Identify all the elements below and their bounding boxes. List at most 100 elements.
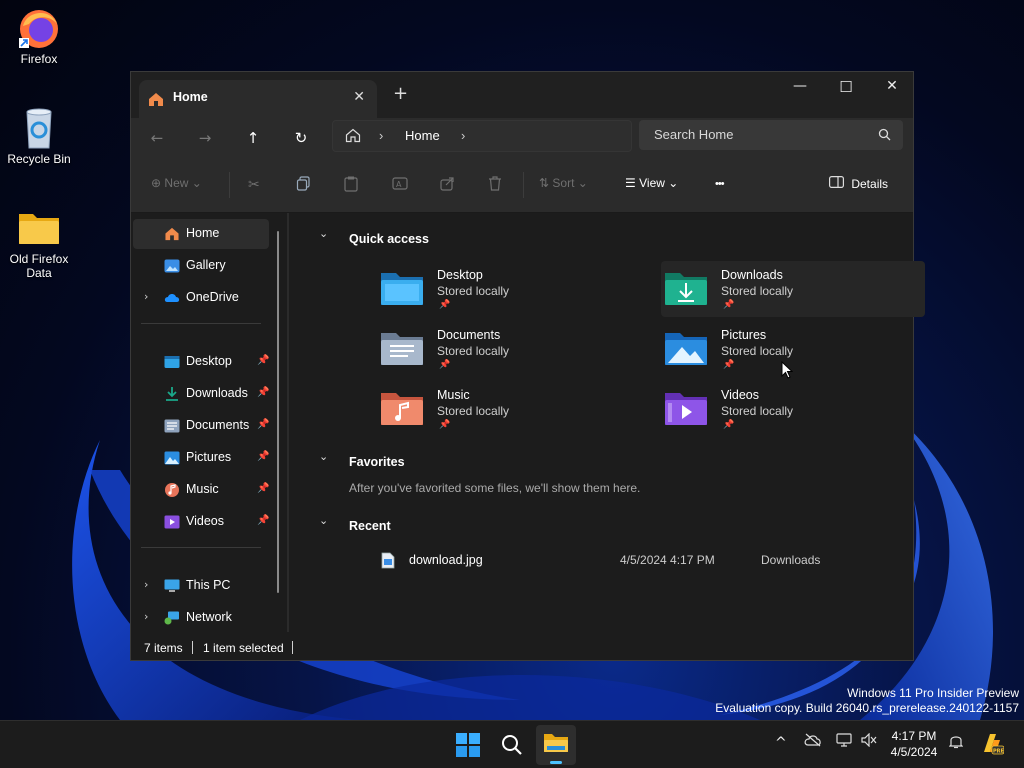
recent-file-row[interactable]: download.jpg 4/5/2024 4:17 PM Downloads (377, 547, 837, 573)
more-options-button[interactable]: ••• (715, 178, 725, 198)
quick-access-downloads[interactable]: Downloads Stored locally 📌 (661, 261, 925, 317)
breadcrumb-separator[interactable]: › (379, 128, 383, 143)
watermark-edition: Windows 11 Pro Insider Preview (847, 686, 1019, 700)
sidebar-divider (141, 323, 261, 324)
view-label: View (639, 176, 665, 190)
pin-icon[interactable]: 📌 (257, 355, 269, 366)
quick-access-music[interactable]: Music Stored locally 📌 (377, 381, 641, 437)
back-button[interactable]: ← (145, 126, 169, 150)
refresh-button[interactable]: ↻ (289, 126, 313, 150)
cloud-offline-icon[interactable] (804, 733, 822, 751)
sidebar-item-network[interactable]: › Network (133, 603, 269, 633)
clock-time: 4:17 PM (891, 729, 937, 743)
new-tab-button[interactable]: + (393, 83, 408, 104)
pin-icon[interactable]: 📌 (257, 515, 269, 526)
pin-icon[interactable]: 📌 (257, 451, 269, 462)
view-button[interactable]: ☰ View ⌄ (625, 176, 678, 196)
paste-button[interactable] (344, 176, 358, 196)
sidebar-item-gallery[interactable]: Gallery (133, 251, 269, 281)
sidebar-item-this-pc[interactable]: › This PC (133, 571, 269, 601)
sidebar-item-music[interactable]: Music 📌 (133, 475, 269, 505)
pictures-icon (164, 451, 180, 465)
pin-icon: 📌 (723, 360, 735, 370)
pin-icon[interactable]: 📌 (257, 483, 269, 494)
sidebar-item-desktop[interactable]: Desktop 📌 (133, 347, 269, 377)
details-label: Details (851, 177, 889, 191)
system-clock[interactable]: 4:17 PM 4/5/2024 (884, 728, 944, 760)
quick-access-name: Documents (437, 328, 501, 342)
pin-icon: 📌 (439, 300, 451, 310)
home-icon (148, 92, 164, 110)
network-status-icon[interactable] (836, 733, 852, 751)
quick-access-desktop[interactable]: Desktop Stored locally 📌 (377, 261, 641, 317)
forward-button[interactable]: → (193, 126, 217, 150)
chevron-down-icon[interactable]: ⌄ (319, 514, 328, 527)
start-button[interactable] (448, 725, 488, 765)
chevron-right-icon[interactable]: › (144, 290, 148, 303)
sidebar-item-pictures[interactable]: Pictures 📌 (133, 443, 269, 473)
windows-logo-icon (456, 733, 480, 757)
desktop-folder-icon (380, 271, 424, 307)
list-view-icon: ☰ (625, 176, 636, 190)
breadcrumb-separator[interactable]: › (461, 128, 465, 143)
maximize-button[interactable]: ☐ (823, 78, 869, 96)
chevron-down-icon[interactable]: ⌄ (319, 450, 328, 463)
new-button[interactable]: ⊕ New ⌄ (151, 176, 202, 196)
notification-bell-icon[interactable] (948, 733, 964, 753)
section-header-quick-access[interactable]: Quick access (349, 232, 429, 246)
sidebar-item-label: Home (186, 226, 220, 240)
address-bar[interactable]: › Home › (332, 120, 632, 152)
clock-date: 4/5/2024 (890, 745, 938, 759)
folder-icon (17, 206, 61, 250)
copy-button[interactable] (296, 176, 311, 196)
delete-button[interactable] (488, 176, 502, 196)
copilot-preview-icon[interactable]: PRE (980, 732, 1005, 760)
chevron-down-icon[interactable]: ⌄ (319, 227, 328, 240)
show-hidden-icons-button[interactable]: ^ (775, 735, 787, 751)
rename-button[interactable]: A (392, 176, 408, 196)
quick-access-status: Stored locally (437, 284, 510, 298)
home-icon[interactable] (345, 128, 361, 146)
desktop-icon-firefox[interactable]: Firefox (1, 6, 77, 66)
up-button[interactable]: ↑ (241, 126, 265, 150)
navigation-pane: Home Gallery › OneDrive Desktop 📌 Downlo… (131, 213, 281, 632)
cut-button[interactable]: ✂ (248, 176, 260, 196)
pin-icon[interactable]: 📌 (257, 419, 269, 430)
tab-home[interactable]: Home ✕ (139, 80, 377, 118)
sidebar-item-home[interactable]: Home (133, 219, 269, 249)
sidebar-item-downloads[interactable]: Downloads 📌 (133, 379, 269, 409)
pin-icon[interactable]: 📌 (257, 387, 269, 398)
quick-access-videos[interactable]: Videos Stored locally 📌 (661, 381, 925, 437)
quick-access-documents[interactable]: Documents Stored locally 📌 (377, 321, 641, 377)
desktop-icon-recycle-bin[interactable]: Recycle Bin (1, 106, 77, 166)
share-button[interactable] (440, 176, 455, 196)
chevron-right-icon[interactable]: › (144, 578, 148, 591)
sidebar-scrollbar[interactable] (277, 231, 279, 593)
sidebar-item-videos[interactable]: Videos 📌 (133, 507, 269, 537)
quick-access-pictures[interactable]: Pictures Stored locally 📌 (661, 321, 925, 377)
recent-file-name: download.jpg (409, 553, 483, 567)
tab-close-button[interactable]: ✕ (353, 89, 365, 105)
sort-button[interactable]: ⇅ Sort ⌄ (539, 176, 588, 196)
recent-file-location: Downloads (761, 553, 821, 567)
minimize-button[interactable]: — (777, 78, 823, 94)
pin-icon: 📌 (439, 420, 451, 430)
section-header-favorites[interactable]: Favorites (349, 455, 405, 469)
status-divider (292, 641, 293, 654)
volume-muted-icon[interactable] (861, 732, 877, 751)
scissors-icon: ✂ (248, 176, 260, 192)
quick-access-name: Pictures (721, 328, 767, 342)
chevron-right-icon[interactable]: › (144, 610, 148, 623)
breadcrumb-home[interactable]: Home (405, 128, 440, 143)
search-box[interactable]: Search Home (639, 120, 903, 150)
search-input[interactable]: Search Home (654, 127, 733, 142)
search-button[interactable] (492, 725, 532, 765)
sidebar-item-documents[interactable]: Documents 📌 (133, 411, 269, 441)
close-button[interactable]: ✕ (869, 78, 915, 94)
sidebar-item-onedrive[interactable]: › OneDrive (133, 283, 269, 313)
desktop-icon-old-firefox-data[interactable]: Old Firefox Data (1, 206, 77, 280)
chevron-down-icon: ⌄ (191, 176, 202, 190)
details-button[interactable]: Details (829, 176, 888, 196)
file-explorer-taskbar-button[interactable] (536, 725, 576, 765)
section-header-recent[interactable]: Recent (349, 519, 391, 533)
